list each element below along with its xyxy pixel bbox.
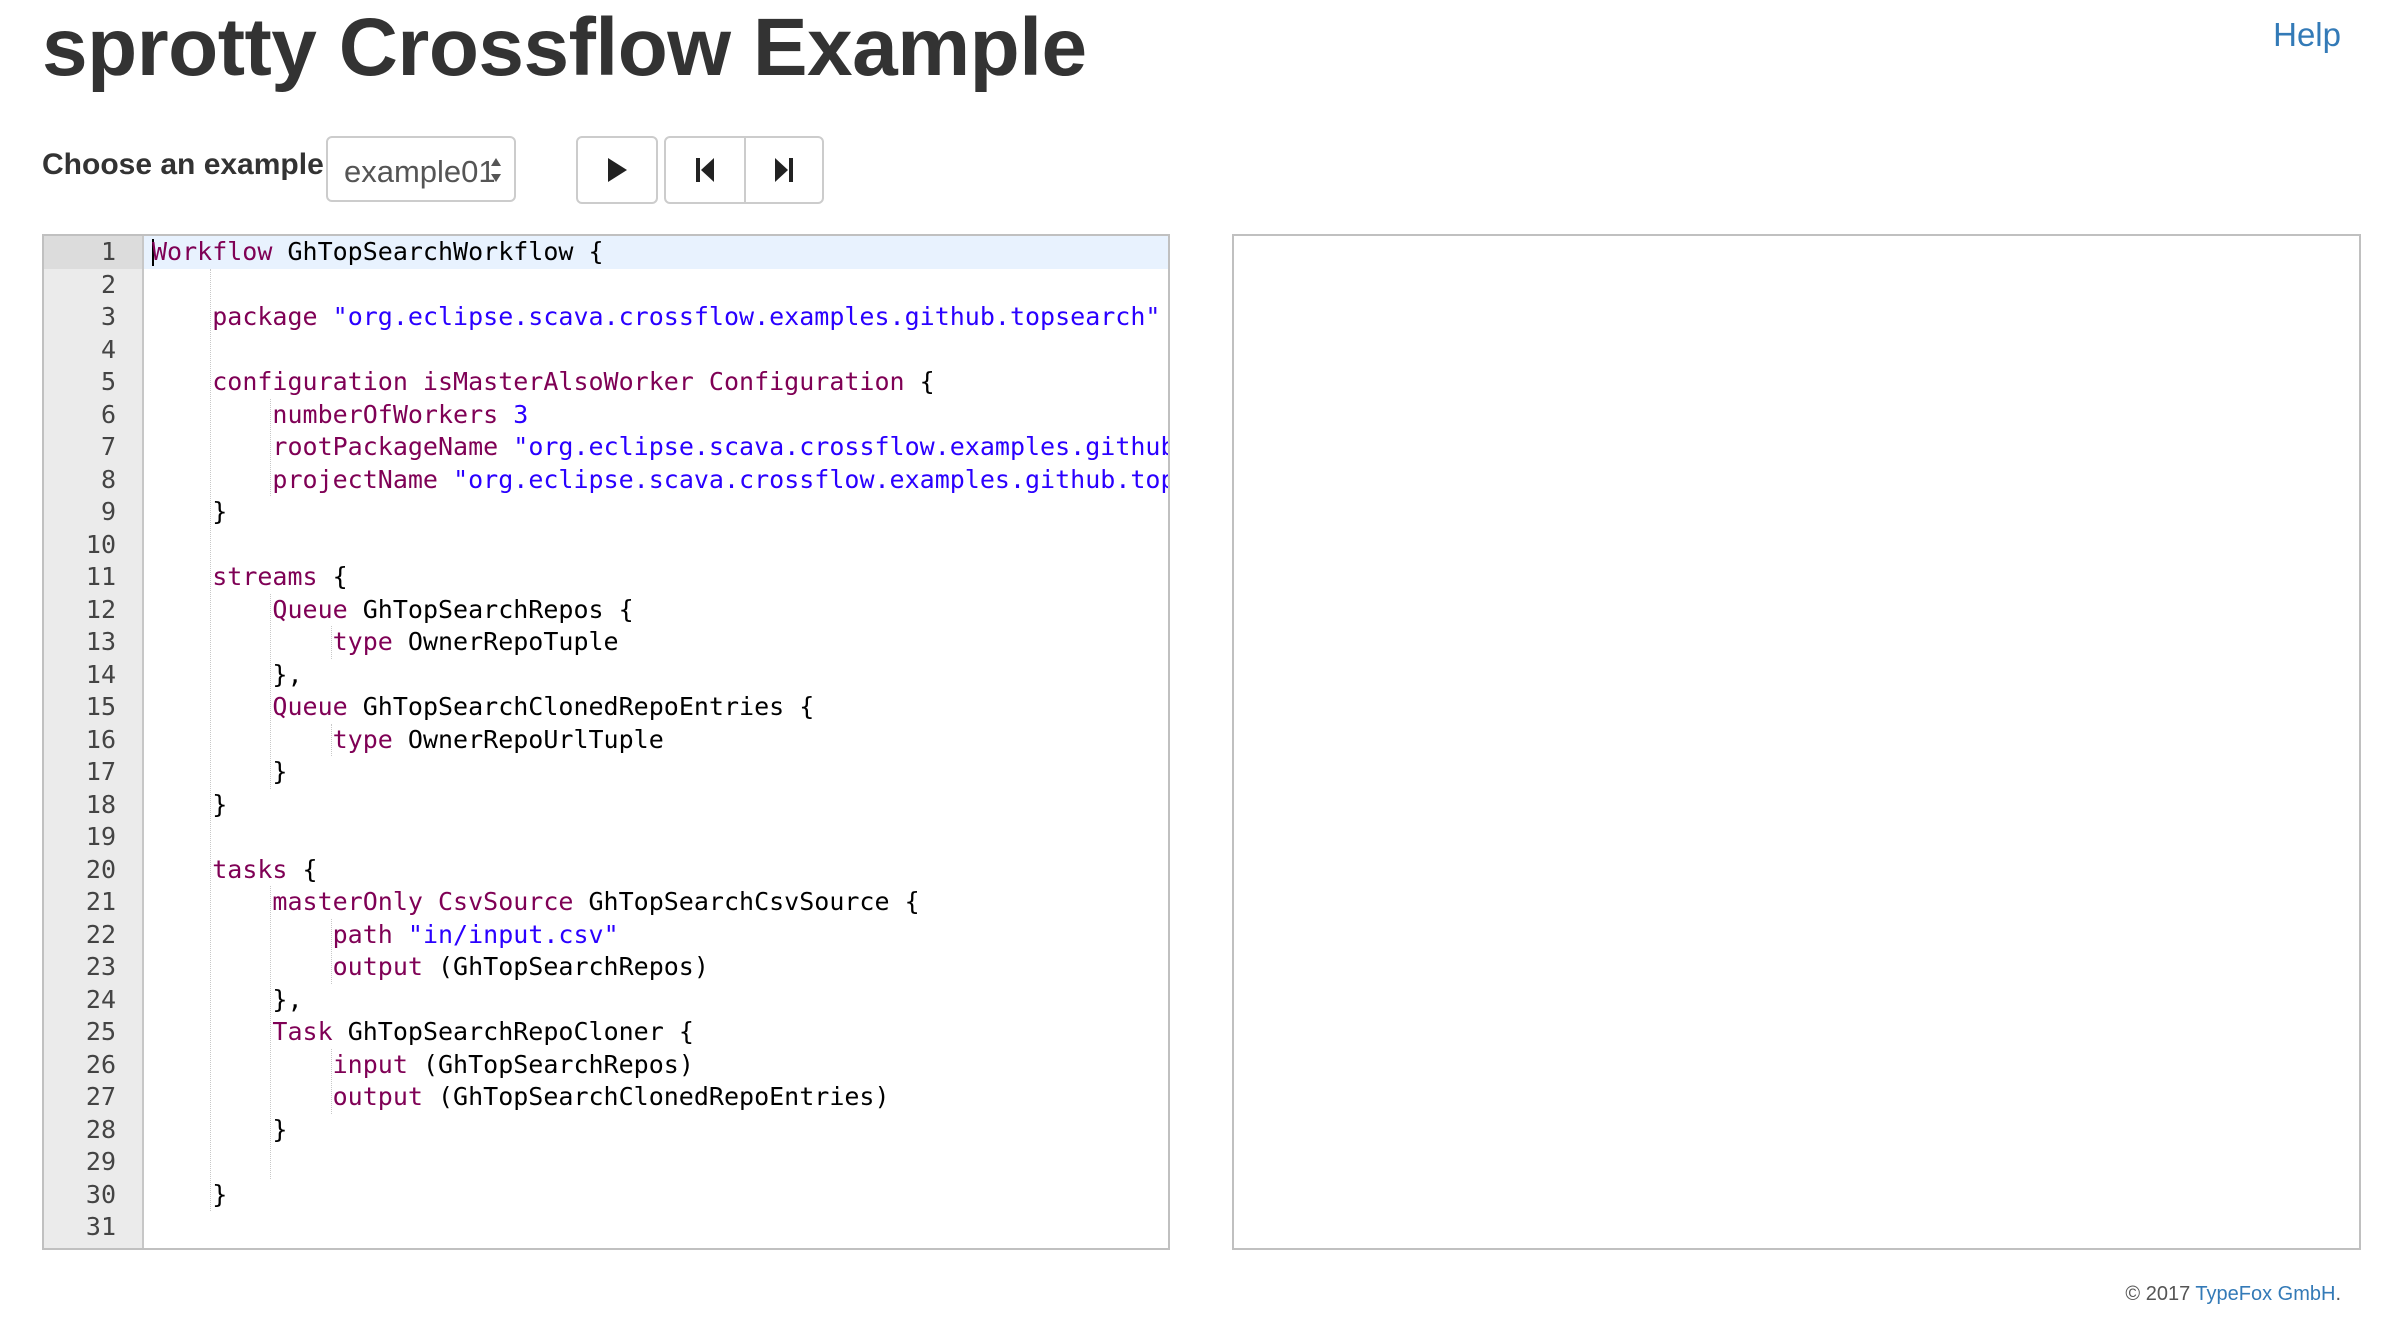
footer: © 2017 TypeFox GmbH.	[2125, 1283, 2341, 1306]
line-number: 25	[85, 1017, 116, 1046]
code-line: output (GhTopSearchRepos)	[332, 952, 709, 981]
line-number: 30	[85, 1179, 116, 1209]
code-line: }	[152, 789, 228, 819]
example-chooser-label: Choose an example:	[42, 148, 334, 181]
code-line: }	[152, 757, 288, 786]
code-line: },	[152, 659, 303, 689]
line-number: 24	[85, 984, 116, 1014]
code-line: projectName "org.eclipse.scava.crossflow…	[272, 464, 1168, 494]
line-number: 26	[85, 1049, 116, 1079]
line-number: 17	[85, 757, 116, 786]
company-link[interactable]: TypeFox GmbH	[2195, 1283, 2335, 1305]
line-number: 22	[85, 919, 116, 949]
code-editor[interactable]: 1 2 3 4 5 6 7 8 9 10 11 12 13 14 15 16 17 18 19 20 21 22 23 24 2…	[42, 234, 1170, 1250]
diagram-canvas[interactable]	[1232, 234, 2361, 1250]
code-line: input (GhTopSearchRepos)	[332, 1049, 694, 1079]
line-number: 15	[85, 692, 116, 721]
code-line: Queue GhTopSearchRepos {	[272, 594, 634, 624]
example-select[interactable]: example01	[326, 136, 516, 202]
line-number: 21	[85, 887, 116, 916]
next-button[interactable]	[744, 136, 824, 204]
previous-button[interactable]	[664, 136, 746, 204]
line-number: 19	[85, 822, 116, 851]
code-line: type OwnerRepoUrlTuple	[332, 724, 664, 754]
code-line: output (GhTopSearchClonedRepoEntries)	[332, 1082, 890, 1111]
line-number: 29	[85, 1147, 116, 1176]
code-line: }	[152, 1114, 288, 1144]
code-line: configuration isMasterAlsoWorker Configu…	[212, 367, 935, 396]
line-number: 27	[85, 1082, 116, 1111]
code-line: package "org.eclipse.scava.crossflow.exa…	[212, 302, 1161, 331]
code-line: rootPackageName "org.eclipse.scava.cross…	[272, 432, 1168, 461]
example-select-value: example01	[344, 154, 496, 189]
code-line: path "in/input.csv"	[332, 919, 619, 949]
line-number: 18	[85, 789, 116, 819]
code-line: }	[152, 497, 228, 526]
footer-period: .	[2335, 1283, 2341, 1305]
help-link[interactable]: Help	[2273, 16, 2341, 54]
code-line: Queue GhTopSearchClonedRepoEntries {	[272, 692, 815, 721]
skip-previous-icon	[696, 158, 714, 182]
line-number: 31	[85, 1212, 116, 1241]
code-line: tasks {	[212, 854, 318, 884]
code-area[interactable]: Workflow GhTopSearchWorkflow { package "…	[144, 236, 1168, 1248]
line-number: 9	[100, 497, 116, 526]
line-number: 10	[85, 529, 116, 559]
line-number: 23	[85, 952, 116, 981]
line-number: 5	[100, 367, 116, 396]
code-line: }	[152, 1179, 228, 1209]
line-number: 4	[100, 334, 116, 364]
code-line: masterOnly CsvSource GhTopSearchCsvSourc…	[272, 887, 920, 916]
code-line: Workflow GhTopSearchWorkflow {	[152, 237, 604, 266]
line-number: 12	[85, 594, 116, 624]
line-number-gutter: 1 2 3 4 5 6 7 8 9 10 11 12 13 14 15 16 17 18 19 20 21 22 23 24 2…	[44, 236, 144, 1248]
play-button[interactable]	[576, 136, 658, 204]
skip-next-icon	[775, 158, 793, 182]
line-number: 14	[85, 659, 116, 689]
line-number: 1	[44, 236, 142, 269]
line-number: 7	[100, 432, 116, 461]
line-number: 3	[100, 302, 116, 331]
page-title: sprotty Crossflow Example	[42, 2, 1087, 93]
line-number: 16	[85, 724, 116, 754]
play-icon	[608, 158, 627, 182]
code-line: Task GhTopSearchRepoCloner {	[272, 1017, 694, 1046]
footer-copyright: © 2017	[2125, 1283, 2196, 1305]
select-arrows-icon	[491, 158, 501, 182]
line-number: 6	[100, 399, 116, 429]
code-line: },	[152, 984, 303, 1014]
line-number: 2	[100, 269, 116, 299]
code-line: type OwnerRepoTuple	[332, 627, 619, 656]
line-number: 13	[85, 627, 116, 656]
line-number: 8	[100, 464, 116, 494]
code-line: numberOfWorkers 3	[272, 399, 529, 429]
line-number: 28	[85, 1114, 116, 1144]
code-line: streams {	[212, 562, 348, 591]
line-number: 20	[85, 854, 116, 884]
line-number: 11	[85, 562, 116, 591]
